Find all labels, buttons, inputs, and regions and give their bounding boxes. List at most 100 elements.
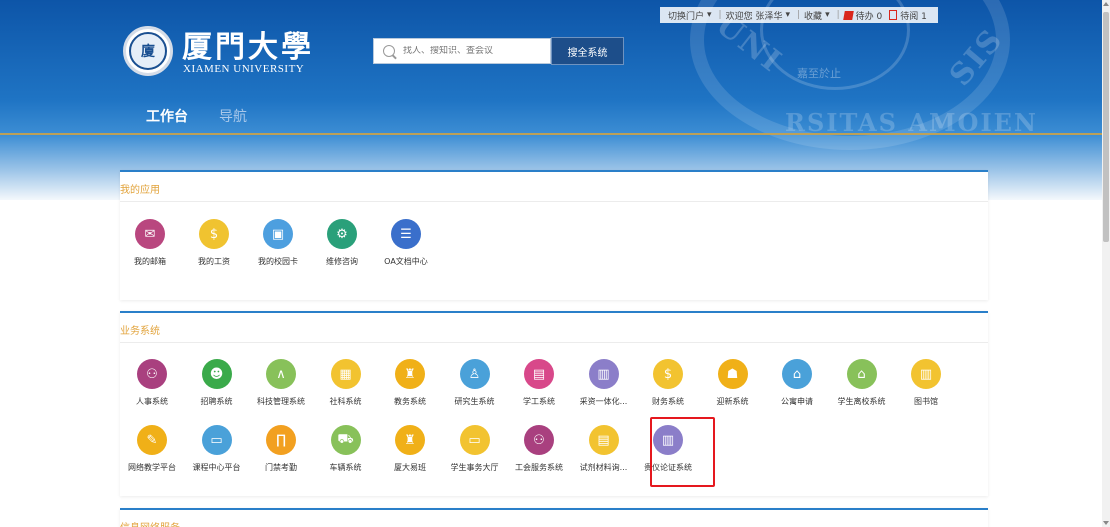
app-label[interactable]: 车辆系统 — [314, 462, 378, 473]
app-label[interactable]: 财务系统 — [636, 396, 700, 407]
app-label[interactable]: 招聘系统 — [185, 396, 249, 407]
app-label[interactable]: 公寓申请 — [765, 396, 829, 407]
app-tile[interactable]: ♜ 教务系统 — [378, 359, 442, 407]
app-tile[interactable]: ☗ 迎新系统 — [701, 359, 765, 407]
app-tile[interactable]: ▤ 试剂材料询... — [572, 425, 636, 473]
app-label[interactable]: 研究生系统 — [443, 396, 507, 407]
todo-link[interactable]: 待办 0 — [856, 9, 883, 22]
hall-icon[interactable]: ▭ — [459, 425, 490, 455]
app-tile[interactable]: ▤ 学工系统 — [507, 359, 571, 407]
recruit-icon[interactable]: ☻ — [201, 359, 232, 389]
app-tile[interactable]: ∧ 科技管理系统 — [249, 359, 313, 407]
app-label[interactable]: 人事系统 — [120, 396, 184, 407]
personnel-icon[interactable]: ⚇ — [137, 359, 167, 389]
app-tile[interactable]: ▦ 社科系统 — [314, 359, 378, 407]
screen-icon[interactable]: ▭ — [201, 425, 232, 455]
union-icon[interactable]: ⚇ — [524, 425, 554, 455]
app-label[interactable]: 工会服务系统 — [507, 462, 571, 473]
app-label[interactable]: 社科系统 — [314, 396, 378, 407]
app-label[interactable]: 图书馆 — [894, 396, 958, 407]
nav-navigation[interactable]: 导航 — [219, 106, 247, 126]
app-tile[interactable]: ⌂ 公寓申请 — [765, 359, 829, 407]
doc-center-icon[interactable]: ☰ — [391, 219, 421, 249]
salary-icon[interactable]: $ — [199, 219, 229, 249]
app-tile[interactable]: ▭ 学生事务大厅 — [443, 425, 507, 473]
book-icon[interactable]: ▤ — [524, 359, 554, 389]
logo-english-name[interactable]: XIAMEN UNIVERSITY — [183, 63, 304, 75]
app-tile[interactable]: ⚙ 维修咨询 — [310, 219, 374, 267]
app-tile[interactable]: ⌂ 学生离校系统 — [830, 359, 894, 407]
search-all-button[interactable]: 搜全系统 — [551, 37, 624, 65]
app-label[interactable]: 我的校园卡 — [246, 256, 310, 267]
app-tile[interactable]: ⚇ 工会服务系统 — [507, 425, 571, 473]
app-label[interactable]: OA文档中心 — [374, 256, 438, 267]
scroll-down-arrow-icon[interactable] — [1103, 521, 1109, 525]
app-tile[interactable]: ♜ 厦大易班 — [378, 425, 442, 473]
favorites-link[interactable]: 收藏 — [804, 9, 822, 22]
mail-icon[interactable]: ✉ — [135, 219, 165, 249]
app-label[interactable]: 我的工资 — [182, 256, 246, 267]
app-label[interactable]: 学生事务大厅 — [443, 462, 507, 473]
app-tile[interactable]: ⚇ 人事系统 — [120, 359, 184, 407]
nav-workbench[interactable]: 工作台 — [146, 106, 188, 126]
app-label[interactable]: 厦大易班 — [378, 462, 442, 473]
scroll-thumb[interactable] — [1103, 12, 1109, 242]
todo-icon — [842, 10, 854, 20]
app-tile[interactable]: ▣ 我的校园卡 — [246, 219, 310, 267]
app-label[interactable]: 采资一体化... — [572, 396, 636, 407]
repair-icon[interactable]: ⚙ — [327, 219, 357, 249]
app-tile[interactable]: ♙ 研究生系统 — [443, 359, 507, 407]
app-label[interactable]: 维修咨询 — [310, 256, 374, 267]
welcome-user[interactable]: 欢迎您 张泽华 — [726, 9, 783, 22]
app-tile[interactable]: $ 财务系统 — [636, 359, 700, 407]
home-icon[interactable]: ⌂ — [846, 359, 877, 389]
toread-link[interactable]: 待阅 1 — [900, 9, 927, 22]
app-tile[interactable]: ⛟ 车辆系统 — [314, 425, 378, 473]
chevron-down-icon[interactable]: ▾ — [825, 10, 830, 20]
gate-icon[interactable]: ∏ — [266, 425, 296, 455]
pen-icon[interactable]: ✎ — [137, 425, 167, 455]
reagent-icon[interactable]: ▤ — [588, 425, 619, 455]
app-label[interactable]: 我的邮箱 — [118, 256, 182, 267]
app-tile[interactable]: ▥ 图书馆 — [894, 359, 958, 407]
switch-portal-link[interactable]: 切换门户 — [668, 9, 704, 22]
app-label[interactable]: 学工系统 — [507, 396, 571, 407]
header-gold-line — [0, 133, 1102, 135]
card-icon[interactable]: ▣ — [263, 219, 293, 249]
app-label[interactable]: 网络教学平台 — [120, 462, 184, 473]
page-scrollbar[interactable] — [1102, 0, 1110, 527]
compass-icon[interactable]: ∧ — [266, 359, 296, 389]
app-tile[interactable]: ▥ 采资一体化... — [572, 359, 636, 407]
yiban-icon[interactable]: ♜ — [395, 425, 425, 455]
app-tile[interactable]: ☰ OA文档中心 — [374, 219, 438, 267]
calculator-icon[interactable]: ▦ — [330, 359, 361, 389]
app-label[interactable]: 课程中心平台 — [185, 462, 249, 473]
app-tile[interactable]: ∏ 门禁考勤 — [249, 425, 313, 473]
search-box[interactable] — [373, 38, 551, 64]
welcome-icon[interactable]: ☗ — [717, 359, 748, 389]
logo-chinese-name[interactable]: 厦門大學 — [182, 22, 314, 66]
apartment-icon[interactable]: ⌂ — [782, 359, 812, 389]
app-label[interactable]: 门禁考勤 — [249, 462, 313, 473]
teacher-icon[interactable]: ♜ — [395, 359, 425, 389]
app-tile[interactable]: ☻ 招聘系统 — [185, 359, 249, 407]
calendar-icon[interactable]: ▥ — [588, 359, 619, 389]
search-input[interactable] — [403, 46, 543, 56]
app-tile[interactable]: ▭ 课程中心平台 — [185, 425, 249, 473]
finance-icon[interactable]: $ — [653, 359, 683, 389]
chevron-down-icon[interactable]: ▾ — [707, 10, 712, 20]
app-tile[interactable]: ✉ 我的邮箱 — [118, 219, 182, 267]
app-label[interactable]: 学生离校系统 — [830, 396, 894, 407]
scroll-up-arrow-icon[interactable] — [1103, 2, 1109, 6]
chevron-down-icon[interactable]: ▾ — [785, 10, 790, 20]
app-label[interactable]: 科技管理系统 — [249, 396, 313, 407]
app-tile[interactable]: $ 我的工资 — [182, 219, 246, 267]
university-emblem-icon[interactable]: 廈 — [123, 26, 173, 76]
app-label[interactable]: 试剂材料询... — [572, 462, 636, 473]
car-icon[interactable]: ⛟ — [330, 425, 361, 455]
app-tile[interactable]: ✎ 网络教学平台 — [120, 425, 184, 473]
graduate-icon[interactable]: ♙ — [459, 359, 490, 389]
app-label[interactable]: 迎新系统 — [701, 396, 765, 407]
library-icon[interactable]: ▥ — [911, 359, 941, 389]
app-label[interactable]: 教务系统 — [378, 396, 442, 407]
